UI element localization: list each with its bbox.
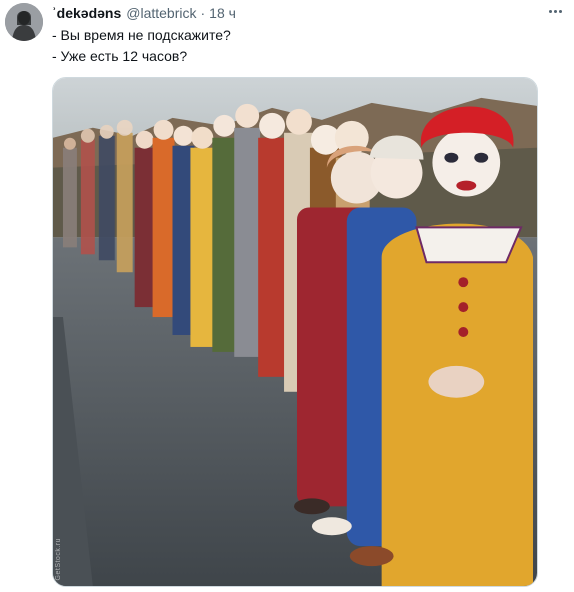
clowns-photo	[53, 78, 537, 586]
tweet-timestamp[interactable]: 18 ч	[209, 5, 236, 21]
more-horizontal-icon	[558, 9, 562, 13]
more-options-button[interactable]	[544, 2, 566, 20]
avatar[interactable]	[5, 3, 43, 41]
media-watermark: GetStock.ru	[55, 537, 62, 580]
more-horizontal-icon	[548, 9, 552, 13]
tweet-media-photo[interactable]: GetStock.ru	[52, 77, 538, 587]
author-handle[interactable]: @lattebrick	[126, 5, 196, 21]
header-separator: ·	[200, 5, 206, 21]
tweet-card: ʾdekədəns @lattebrick · 18 ч - Вы время …	[0, 0, 574, 592]
tweet-header: ʾdekədəns @lattebrick · 18 ч	[52, 4, 564, 22]
author-display-name[interactable]: ʾdekədəns	[52, 5, 121, 21]
avatar-image	[5, 3, 43, 41]
tweet-text-line: - Вы время не подскажите?	[52, 27, 231, 43]
tweet-text-line: - Уже есть 12 часов?	[52, 48, 188, 64]
more-horizontal-icon	[553, 9, 557, 13]
tweet-text: - Вы время не подскажите? - Уже есть 12 …	[52, 25, 231, 67]
